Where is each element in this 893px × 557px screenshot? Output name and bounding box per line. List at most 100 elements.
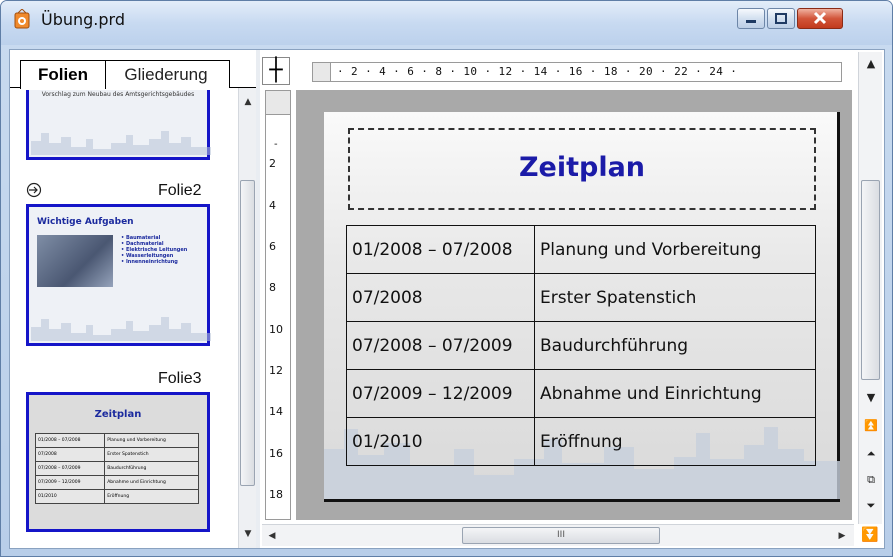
maximize-button[interactable] [767, 8, 795, 29]
ruler-label: 12 [269, 364, 283, 377]
slides-panel: Folien Gliederung Vorschlag zum Neubau d… [10, 50, 256, 548]
table-row: 01/2008 – 07/2008 Planung und Vorbereitun… [346, 225, 816, 274]
slide3-title: Zeitplan [94, 409, 142, 420]
ruler-labels: · 2 · 4 · 6 · 8 · 10 · 12 · 14 · 16 · 18… [337, 65, 738, 78]
close-icon [813, 11, 827, 25]
table-cell: Abnahme und Einrichtung [104, 475, 199, 490]
slide-thumbnail-1[interactable]: Vorschlag zum Neubau des Amtsgerichtsgeb… [26, 90, 211, 160]
scroll-down-icon[interactable]: ▼ [240, 526, 256, 542]
table-cell[interactable]: Baudurchführung [534, 321, 816, 370]
table-cell: Eröffnung [104, 489, 199, 504]
scrollbar-thumb[interactable] [240, 180, 255, 486]
panel-splitter[interactable] [256, 50, 260, 548]
table-cell[interactable]: Eröffnung [534, 417, 816, 466]
slide1-subtitle: Vorschlag zum Neubau des Amtsgerichtsgeb… [41, 91, 195, 98]
ruler-tick: - [274, 139, 278, 150]
slide-thumbnail-3[interactable]: Zeitplan 01/2008 – 07/2008 Planung und Vo… [26, 392, 210, 532]
tab-folien[interactable]: Folien [20, 60, 106, 89]
table-row: 07/2008 Erster Spatenstich [34, 447, 199, 462]
maximize-icon [775, 13, 787, 24]
client-area: Folien Gliederung Vorschlag zum Neubau d… [9, 49, 885, 549]
table-row: 07/2009 – 12/2009 Abnahme und Einrichtung [346, 369, 816, 418]
slide2-bullets: • Baumaterial • Dachmaterial • Elektrisc… [121, 235, 187, 265]
skyline-image [31, 317, 211, 341]
table-cell[interactable]: Erster Spatenstich [534, 273, 816, 322]
minimize-icon [746, 20, 756, 23]
building-image [37, 235, 113, 287]
first-slide-icon[interactable]: ⏫ [861, 416, 881, 436]
horizontal-ruler[interactable]: · 2 · 4 · 6 · 8 · 10 · 12 · 14 · 16 · 18… [312, 62, 842, 82]
table-cell[interactable]: 07/2008 [346, 273, 535, 322]
title-placeholder[interactable]: Zeitplan [348, 128, 816, 210]
ruler-label: 8 [269, 281, 276, 294]
scrollbar-thumb[interactable] [861, 180, 880, 380]
table-row: 07/2008 – 07/2009 Baudurchführung [34, 461, 199, 476]
table-cell: 07/2008 [34, 447, 106, 462]
close-button[interactable] [797, 8, 843, 29]
horizontal-scrollbar[interactable]: ◀ III ▶ [262, 524, 854, 546]
table-cell[interactable]: 01/2010 [346, 417, 535, 466]
scroll-left-icon[interactable]: ◀ [264, 528, 280, 544]
slide-thumbnails: Vorschlag zum Neubau des Amtsgerichtsgeb… [10, 90, 238, 548]
table-row: 01/2010 Eröffnung [34, 489, 199, 504]
table-cell: Baudurchführung [104, 461, 199, 476]
next-slide-icon[interactable]: ⏷ [861, 496, 881, 516]
minimize-button[interactable] [737, 8, 765, 29]
tab-gliederung[interactable]: Gliederung [102, 60, 230, 88]
table-cell: 07/2008 – 07/2009 [34, 461, 106, 476]
ruler-label: 6 [269, 240, 276, 253]
table-cell: Planung und Vorbereitung [104, 433, 199, 448]
slide2-label: Folie2 [158, 182, 202, 199]
table-cell[interactable]: 01/2008 – 07/2008 [346, 225, 535, 274]
table-cell: 07/2009 – 12/2009 [34, 475, 106, 490]
title-bar[interactable]: Übung.prd [1, 1, 892, 45]
scrollbar-thumb[interactable]: III [462, 527, 660, 544]
vertical-ruler[interactable]: - 2 4 6 8 10 12 14 16 18 [265, 90, 291, 520]
table-cell: 01/2008 – 07/2008 [34, 433, 106, 448]
table-cell: 01/2010 [34, 489, 106, 504]
slide-canvas: Zeitplan 01/2008 – 07/2008 Planung und Vo… [296, 90, 852, 520]
table-row: 07/2008 – 07/2009 Baudurchführung [346, 321, 816, 370]
window-title: Übung.prd [41, 10, 125, 29]
slide-view-icon[interactable]: ⧉ [861, 470, 881, 490]
ruler-label: 4 [269, 199, 276, 212]
ruler-label: 10 [269, 323, 283, 336]
slides-scrollbar[interactable]: ▲ ▼ [238, 88, 256, 548]
slide2-title: Wichtige Aufgaben [37, 217, 134, 227]
slide-title: Zeitplan [518, 152, 646, 183]
skyline-image [31, 131, 211, 155]
table-cell[interactable]: Abnahme und Einrichtung [534, 369, 816, 418]
slide3-table: 01/2008 – 07/2008 Planung und Vorbereitun… [34, 433, 199, 504]
ruler-label: 2 [269, 157, 276, 170]
slide-editor[interactable]: Zeitplan 01/2008 – 07/2008 Planung und Vo… [324, 112, 840, 502]
schedule-table[interactable]: 01/2008 – 07/2008 Planung und Vorbereitun… [346, 225, 816, 466]
table-cell[interactable]: Planung und Vorbereitung [534, 225, 816, 274]
slide-thumbnail-2[interactable]: Wichtige Aufgaben • Baumaterial • Dachma… [26, 204, 211, 346]
table-row: 07/2008 Erster Spatenstich [346, 273, 816, 322]
ruler-label: 14 [269, 405, 283, 418]
scroll-up-icon[interactable]: ▲ [861, 54, 881, 74]
table-cell[interactable]: 07/2008 – 07/2009 [346, 321, 535, 370]
ruler-origin-icon[interactable]: ┼ [262, 57, 290, 85]
table-row: 01/2008 – 07/2008 Planung und Vorbereitun… [34, 433, 199, 448]
table-cell: Erster Spatenstich [104, 447, 199, 462]
bullet: • Innenneinrichtung [121, 259, 178, 265]
ruler-label: 16 [269, 447, 283, 460]
ruler-margin-handle[interactable] [266, 91, 290, 115]
scroll-up-icon[interactable]: ▲ [240, 94, 256, 110]
previous-slide-icon[interactable]: ⏶ [861, 444, 881, 464]
table-row: 07/2009 – 12/2009 Abnahme und Einrichtung [34, 475, 199, 490]
vertical-scrollbar[interactable]: ▲ ▼ ⏫ ⏶ ⧉ ⏷ [858, 52, 882, 524]
scroll-down-icon[interactable]: ▼ [861, 388, 881, 408]
ruler-margin-handle[interactable] [313, 63, 331, 81]
ruler-label: 18 [269, 488, 283, 501]
app-window: Übung.prd Folien Gliederung Vorschlag zu… [0, 0, 893, 557]
slide3-label: Folie3 [158, 370, 202, 387]
scroll-right-icon[interactable]: ▶ [834, 528, 850, 544]
presentation-app-icon [14, 9, 30, 29]
transition-icon [26, 182, 42, 198]
panel-tabs: Folien Gliederung [10, 50, 256, 89]
table-cell[interactable]: 07/2009 – 12/2009 [346, 369, 535, 418]
table-row: 01/2010 Eröffnung [346, 417, 816, 466]
last-slide-icon[interactable]: ⏬ [858, 524, 882, 546]
